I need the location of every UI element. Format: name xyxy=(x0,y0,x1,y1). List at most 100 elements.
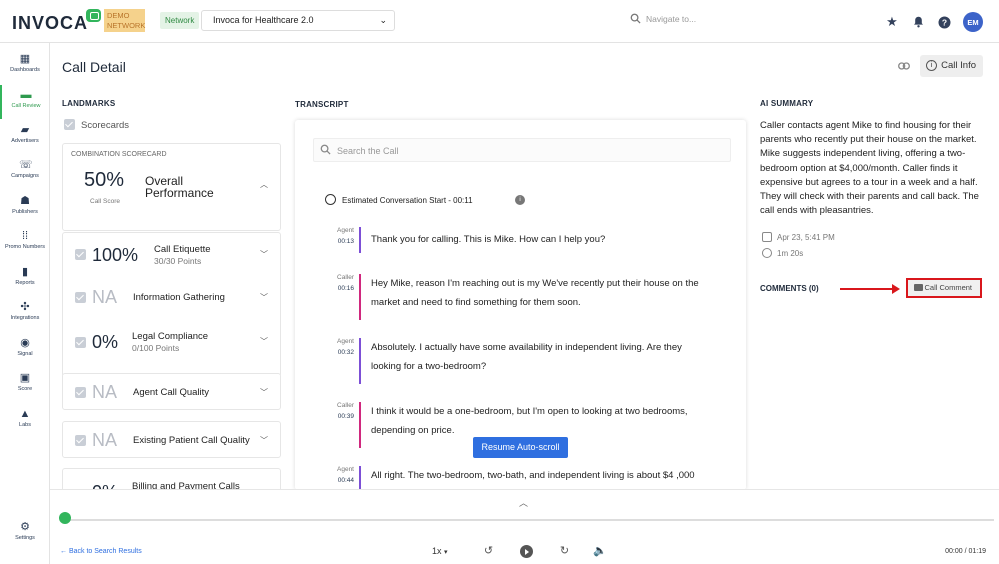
scorecard-points: 30/30 Points xyxy=(154,256,202,266)
message-timestamp[interactable]: 00:13 xyxy=(332,238,354,245)
sidebar-item-advertisers[interactable]: ▰ Advertisers xyxy=(0,120,50,154)
sidebar-item-label: Advertisers xyxy=(11,138,39,144)
top-bar: INVOCA DEMO NETWORK Network Invoca for H… xyxy=(0,0,999,43)
agent-bar xyxy=(359,338,361,384)
sidebar-item-label: Settings xyxy=(15,535,35,541)
speaker-label: Agent xyxy=(337,227,354,234)
sidebar-item-score[interactable]: ▣ Score xyxy=(0,368,50,402)
scorecard-title: Existing Patient Call Quality xyxy=(133,435,250,446)
speaker-label: Caller xyxy=(337,402,354,409)
message-text: Thank you for calling. This is Mike. How… xyxy=(371,234,606,245)
back-arrow-icon: ← xyxy=(60,548,69,555)
call-info-label: Call Info xyxy=(941,60,976,71)
chevron-down-icon: ▾ xyxy=(444,549,448,556)
invoca-logo[interactable]: INVOCA xyxy=(12,13,88,34)
rewind-icon[interactable]: ↺ xyxy=(482,545,495,558)
bell-icon[interactable] xyxy=(911,15,925,29)
campaigns-icon: ☏ xyxy=(19,159,33,171)
clock-icon xyxy=(762,248,772,258)
chevron-down-icon: ﹀ xyxy=(260,337,268,346)
sidebar-item-labs[interactable]: ▲ Labs xyxy=(0,404,50,438)
scorecard-row[interactable]: 0% Legal Compliance 0/100 Points ﹀ xyxy=(63,321,280,371)
scorecard-row[interactable]: 100% Call Etiquette 30/30 Points ﹀ xyxy=(63,233,280,281)
scorecard-row[interactable]: NA Information Gathering ﹀ xyxy=(63,281,280,321)
play-icon[interactable] xyxy=(520,545,533,558)
sidebar-item-signal[interactable]: ◉ Signal xyxy=(0,333,50,367)
speaker-label: Caller xyxy=(337,274,354,281)
message-timestamp[interactable]: 00:16 xyxy=(332,285,354,292)
score-icon: ▣ xyxy=(19,372,31,384)
message-text: Hey Mike, reason I'm reaching out is my … xyxy=(371,278,699,308)
sidebar-item-settings[interactable]: ⚙ Settings xyxy=(0,517,50,551)
call-duration: 1m 20s xyxy=(777,249,804,258)
sidebar-item-label: Promo Numbers xyxy=(4,244,46,250)
sidebar-item-publishers[interactable]: ☗ Publishers xyxy=(0,191,50,225)
ai-summary-heading: AI SUMMARY xyxy=(760,99,814,108)
checkbox-icon xyxy=(75,337,86,348)
resume-autoscroll-button[interactable]: Resume Auto-scroll xyxy=(473,437,568,458)
combination-scorecard[interactable]: COMBINATION SCORECARD 50% Call Score Ove… xyxy=(62,143,281,231)
chevron-up-icon[interactable]: ︿ xyxy=(519,496,528,509)
red-arrow-annotation xyxy=(840,288,896,290)
scorecard-existing-patient[interactable]: NA Existing Patient Call Quality ﹀ xyxy=(62,421,281,458)
overall-performance-title: Overall Performance xyxy=(145,174,214,200)
comment-plus-icon xyxy=(914,284,923,291)
chat-bubble-icon xyxy=(86,9,101,22)
message-timestamp[interactable]: 00:39 xyxy=(332,413,354,420)
chevron-down-icon: ﹀ xyxy=(260,436,268,445)
message-timestamp[interactable]: 00:32 xyxy=(332,349,354,356)
call-review-icon: ▬ xyxy=(20,89,32,101)
speaker-label: Agent xyxy=(337,466,354,473)
call-info-button[interactable]: i Call Info xyxy=(920,55,983,77)
integrations-icon: ✣ xyxy=(20,301,30,313)
playback-track[interactable] xyxy=(64,519,994,521)
estimated-start-text: Estimated Conversation Start - 00:11 xyxy=(342,196,473,205)
chevron-down-icon: ⌄ xyxy=(379,15,387,25)
back-to-search-link[interactable]: ← Back to Search Results xyxy=(60,548,142,555)
checkbox-icon xyxy=(75,292,86,303)
link-icon[interactable] xyxy=(898,61,910,73)
checkbox-icon xyxy=(75,249,86,260)
call-comment-label: Call Comment xyxy=(924,283,972,292)
transcript-search-input[interactable]: Search the Call xyxy=(313,138,731,162)
sidebar-item-campaigns[interactable]: ☏ Campaigns xyxy=(0,155,50,189)
scorecard-title: Call Etiquette xyxy=(154,244,211,255)
sidebar-item-label: Integrations xyxy=(10,315,40,321)
transcript-panel: Search the Call Estimated Conversation S… xyxy=(295,120,746,490)
agent-bar xyxy=(359,227,361,253)
sidebar-item-integrations[interactable]: ✣ Integrations xyxy=(0,297,50,331)
chevron-down-icon: ﹀ xyxy=(260,250,268,259)
user-avatar[interactable]: EM xyxy=(963,12,983,32)
fast-forward-icon[interactable]: ↻ xyxy=(558,545,571,558)
playback-scrubber[interactable] xyxy=(59,512,71,524)
page-title: Call Detail xyxy=(62,59,126,75)
sidebar-item-call-review[interactable]: ▬ Call Review xyxy=(0,85,50,119)
scorecards-label: Scorecards xyxy=(81,120,130,131)
scorecard-title: Legal Compliance xyxy=(132,331,209,342)
sidebar-item-dashboards[interactable]: ▦ Dashboards xyxy=(0,49,50,83)
checkbox-icon[interactable] xyxy=(64,119,75,130)
sidebar-item-reports[interactable]: ▮ Reports xyxy=(0,262,50,296)
playback-speed-select[interactable]: 1x ▾ xyxy=(432,546,448,556)
scorecard-value: NA xyxy=(92,430,118,450)
search-icon xyxy=(320,144,331,158)
scorecard-agent-call-quality[interactable]: NA Agent Call Quality ﹀ xyxy=(62,373,281,410)
call-comment-button[interactable]: Call Comment xyxy=(906,278,982,298)
network-select[interactable]: Invoca for Healthcare 2.0 ⌄ xyxy=(201,10,395,31)
face-icon xyxy=(325,194,336,205)
back-link-label: Back to Search Results xyxy=(68,548,142,555)
red-arrow-head xyxy=(892,284,900,294)
reports-icon: ▮ xyxy=(21,266,29,278)
info-icon[interactable]: i xyxy=(515,195,525,205)
help-icon[interactable]: ? xyxy=(937,15,951,29)
message-timestamp[interactable]: 00:44 xyxy=(332,477,354,484)
chevron-up-icon[interactable]: ︿ xyxy=(260,179,268,190)
volume-icon[interactable]: 🔈 xyxy=(593,545,607,558)
star-icon[interactable]: ★ xyxy=(885,14,899,29)
svg-text:?: ? xyxy=(941,17,946,27)
scorecard-title: Information Gathering xyxy=(133,292,225,303)
chevron-down-icon: ﹀ xyxy=(260,388,268,397)
sidebar-item-promo-numbers[interactable]: ⁞⁞ Promo Numbers xyxy=(0,226,50,260)
scorecard-value: 100% xyxy=(92,245,139,265)
caller-bar xyxy=(359,402,361,448)
